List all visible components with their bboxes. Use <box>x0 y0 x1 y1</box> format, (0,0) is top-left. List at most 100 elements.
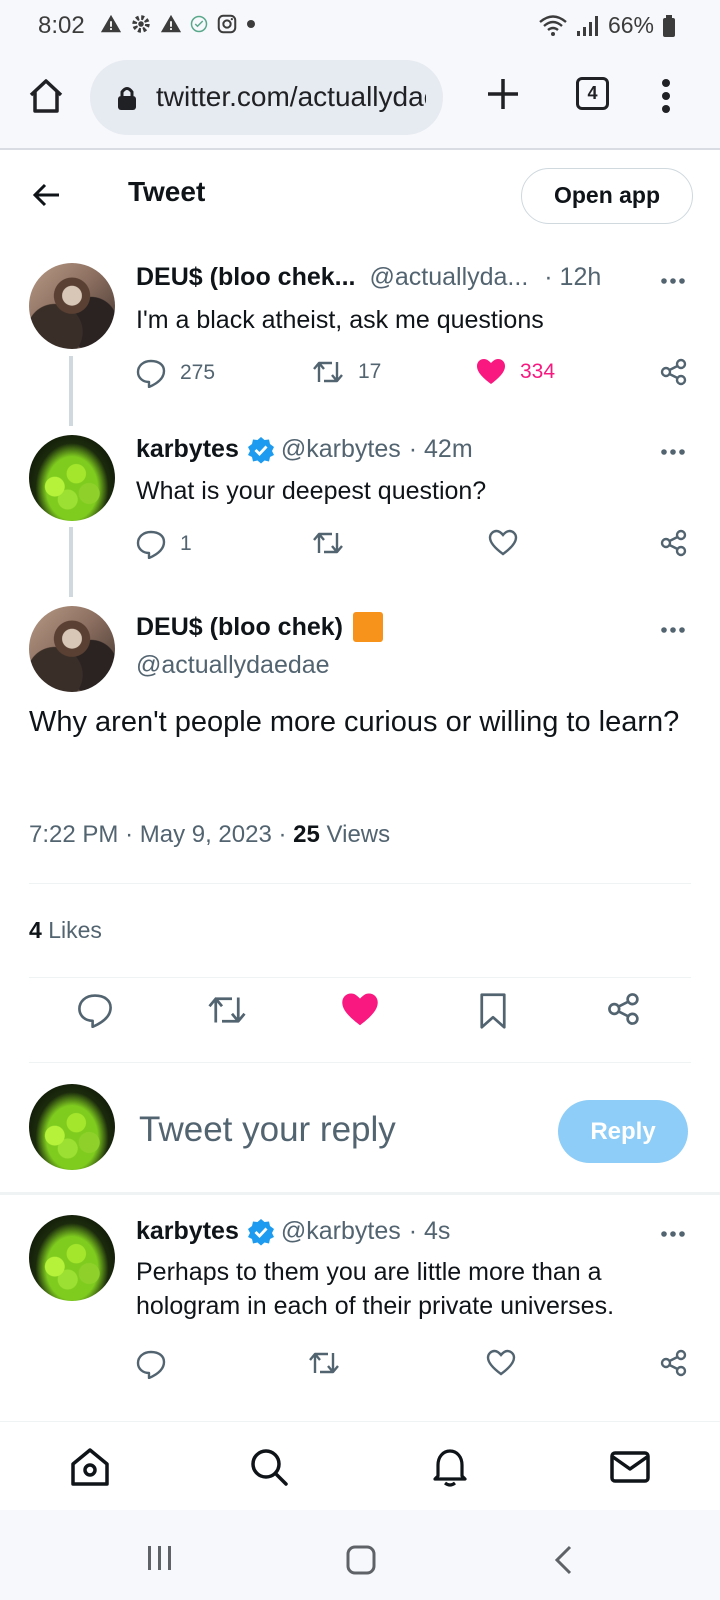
heart-icon <box>488 529 518 556</box>
more-options-icon[interactable] <box>660 448 686 456</box>
battery-percent: 66% <box>607 12 654 38</box>
reply-icon[interactable] <box>136 1349 166 1379</box>
share-icon[interactable] <box>660 529 688 557</box>
likes-label: Likes <box>48 917 102 943</box>
avatar[interactable] <box>29 1215 115 1301</box>
bottom-nav <box>0 1421 720 1509</box>
heart-icon <box>477 359 505 384</box>
search-icon[interactable] <box>248 1446 290 1488</box>
recent-apps-icon[interactable] <box>145 1544 175 1572</box>
main-tweet-actions <box>0 992 720 1042</box>
tweet-time: · 42m <box>408 435 473 463</box>
kebab-menu-icon[interactable] <box>660 78 672 114</box>
thread-line <box>69 527 73 597</box>
browser-toolbar: twitter.com/actuallydaedae 4 <box>0 50 720 150</box>
verified-badge-icon <box>247 1218 274 1245</box>
tweet-time: · 4s <box>408 1217 451 1245</box>
tweet-actions: 1 <box>136 529 696 569</box>
status-right: 66% <box>538 12 676 39</box>
main-tweet-author[interactable]: DEU$ (bloo chek) <box>136 612 383 642</box>
retweet-icon <box>313 532 343 554</box>
like-count: 334 <box>520 360 556 383</box>
bell-icon[interactable] <box>429 1446 471 1488</box>
plus-icon[interactable] <box>485 76 521 112</box>
dot-icon <box>247 20 255 28</box>
signal-icon <box>576 15 598 36</box>
share-icon[interactable] <box>660 1349 688 1377</box>
back-arrow-icon[interactable] <box>32 180 62 210</box>
battery-icon <box>663 14 675 37</box>
system-nav-bar <box>0 1510 720 1600</box>
tweet-date[interactable]: May 9, 2023 <box>140 821 272 848</box>
retweet-icon[interactable] <box>308 1349 340 1377</box>
status-time: 8:02 <box>38 12 85 39</box>
reply-input[interactable]: Tweet your reply <box>139 1110 396 1150</box>
flag-badge <box>352 612 383 642</box>
home-button-icon[interactable] <box>345 1544 377 1576</box>
url-text: twitter.com/actuallydaedae <box>156 81 426 112</box>
reply-icon <box>136 359 166 388</box>
reply-button[interactable]: 275 <box>136 358 215 388</box>
divider <box>0 1192 720 1195</box>
url-bar[interactable]: twitter.com/actuallydaedae <box>90 60 443 135</box>
tweet-text: I'm a black atheist, ask me questions <box>136 306 544 334</box>
more-options-icon[interactable] <box>660 1230 686 1238</box>
reply-count: 1 <box>180 532 192 555</box>
likes-summary[interactable]: 4 Likes <box>29 917 102 944</box>
retweet-button[interactable]: 17 <box>312 358 381 386</box>
thread-line <box>69 356 73 426</box>
views-label: Views <box>326 821 391 848</box>
instagram-icon <box>217 14 237 34</box>
tweet-actions: 275 17 334 <box>136 358 696 398</box>
tweet-time: · 12h <box>544 263 602 291</box>
tweet-author[interactable]: karbytes @karbytes · 42m <box>136 435 473 464</box>
mail-icon[interactable] <box>609 1446 651 1488</box>
home-icon[interactable] <box>69 1446 111 1488</box>
settings-icon <box>132 15 150 33</box>
retweet-button[interactable] <box>312 529 344 557</box>
warning-icon <box>160 14 182 33</box>
divider <box>29 977 691 978</box>
lock-icon <box>118 87 136 110</box>
like-button[interactable]: 334 <box>476 358 555 386</box>
reply-button[interactable]: 1 <box>136 529 192 559</box>
more-options-icon[interactable] <box>660 277 686 285</box>
reply-button[interactable]: Reply <box>558 1100 688 1163</box>
home-icon[interactable] <box>26 76 66 116</box>
username[interactable]: @actuallydaedae <box>136 651 330 680</box>
more-options-icon[interactable] <box>660 626 686 634</box>
back-icon[interactable] <box>552 1544 574 1576</box>
like-button[interactable] <box>488 529 518 557</box>
avatar[interactable] <box>29 435 115 521</box>
notification-icons <box>100 13 256 35</box>
reply-icon <box>136 530 166 559</box>
share-icon[interactable] <box>607 992 641 1026</box>
bookmark-icon[interactable] <box>478 992 508 1030</box>
tweet-time[interactable]: 7:22 PM <box>29 821 118 848</box>
wifi-icon <box>539 14 567 36</box>
status-bar: 8:02 66% <box>0 0 720 50</box>
page-title: Tweet <box>128 176 206 207</box>
avatar[interactable] <box>29 263 115 349</box>
retweet-icon[interactable] <box>207 992 247 1028</box>
tweet-author[interactable]: karbytes @karbytes · 4s <box>136 1217 450 1246</box>
reply-icon[interactable] <box>77 992 113 1028</box>
tweet-author[interactable]: DEU$ (bloo chek... @actuallyda... · 12h <box>136 263 601 292</box>
divider <box>29 883 691 884</box>
likes-count: 4 <box>29 917 42 943</box>
avatar <box>29 1084 115 1170</box>
meta-separator: · <box>125 821 140 848</box>
warning-icon <box>100 14 122 33</box>
username: @actuallyda... <box>369 263 529 291</box>
tweet-actions <box>136 1349 696 1389</box>
heart-icon[interactable] <box>486 1349 516 1377</box>
open-app-button[interactable]: Open app <box>521 168 693 224</box>
tabs-button[interactable]: 4 <box>576 77 609 110</box>
tweet-text: What is your deepest question? <box>136 477 487 505</box>
tweet-meta: 7:22 PM · May 9, 2023 · 25 Views <box>29 821 390 849</box>
display-name: DEU$ (bloo chek) <box>136 612 343 641</box>
avatar[interactable] <box>29 606 115 692</box>
username: @karbytes <box>280 1217 401 1245</box>
heart-icon[interactable] <box>341 992 379 1028</box>
share-icon[interactable] <box>660 358 688 386</box>
